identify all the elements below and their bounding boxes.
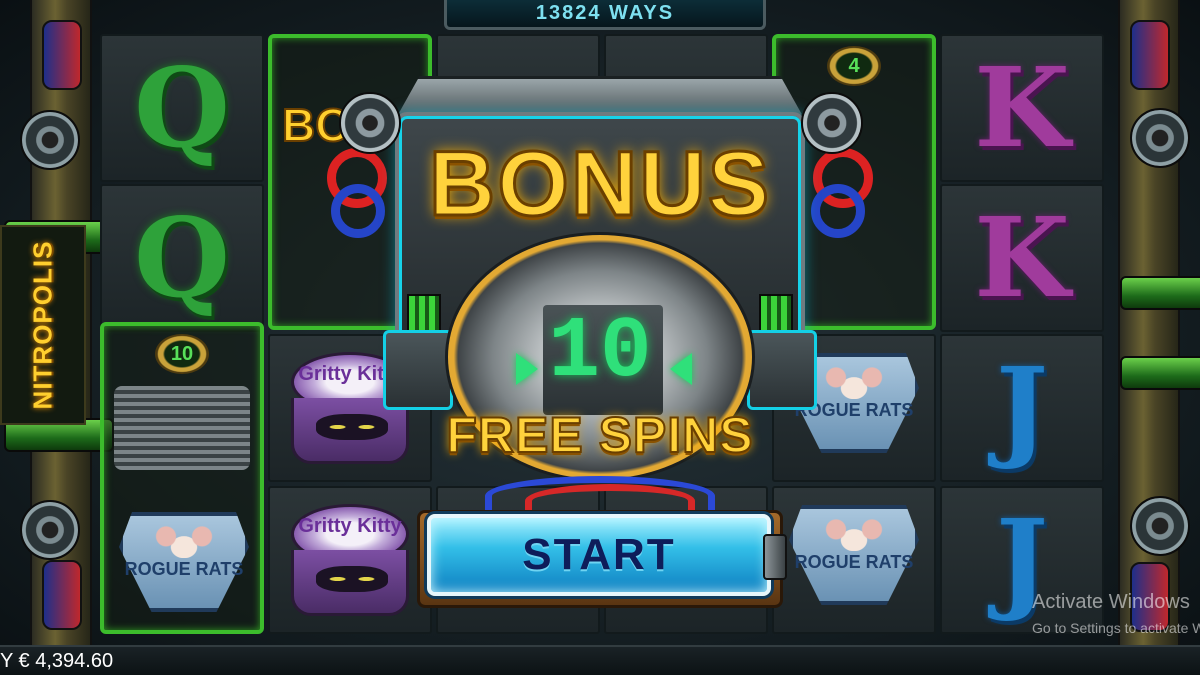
symbol-q: Q [134, 193, 230, 322]
reel-cell: Q [100, 184, 264, 332]
rogue-rats-symbol: ROGUE RATS [119, 512, 249, 622]
hose-icon [42, 20, 82, 90]
symbol-j: J [995, 343, 1049, 472]
hose-icon [1130, 20, 1170, 90]
bottom-bar [0, 645, 1200, 675]
right-pillar [1118, 0, 1200, 645]
balance-display: Y € 4,394.60 [0, 650, 114, 672]
start-button[interactable]: START [427, 514, 771, 596]
symbol-k: K [974, 43, 1070, 172]
bonus-symbol-frame: 10 ROGUE RATS [100, 322, 264, 634]
hose-icon [42, 560, 82, 630]
watermark-title: Activate Windows [1032, 591, 1190, 613]
reel-cell: K [940, 184, 1104, 332]
reel-cell: J [940, 334, 1104, 482]
bonus-modal: BONUS 10 FREE SPINS START [327, 72, 873, 632]
bonus-count: 10 [155, 334, 209, 374]
free-spins-label: FREE SPINS [445, 406, 754, 464]
symbol-k: K [974, 193, 1070, 322]
rat-face-icon [154, 522, 214, 558]
symbol-q: Q [134, 43, 230, 172]
brand-text: NITROPOLIS [27, 240, 58, 410]
tube-icon [1120, 276, 1200, 310]
fan-icon [1130, 496, 1190, 556]
reel-cell: Q [100, 34, 264, 182]
watermark-subtitle: Go to Settings to activate Windows. [1032, 620, 1200, 636]
arrow-left-icon [670, 353, 692, 385]
ways-banner: 13824 WAYS [444, 0, 766, 30]
game-stage: NITROPOLIS 13824 WAYS Q Q 10 ROGUE RATS [0, 0, 1200, 675]
start-label: START [522, 530, 676, 579]
fan-icon [20, 110, 80, 170]
side-bracket [383, 330, 453, 410]
fan-icon [20, 500, 80, 560]
arrow-right-icon [516, 353, 538, 385]
rat-label: ROGUE RATS [124, 559, 244, 579]
bonus-title: BONUS [427, 132, 772, 237]
ways-label: 13824 WAYS [535, 2, 675, 24]
side-bracket [747, 330, 817, 410]
knob-icon [763, 534, 787, 580]
tube-icon [1120, 356, 1200, 390]
reel-cell: K [940, 34, 1104, 182]
windows-activation-watermark: Activate Windows Go to Settings to activ… [1032, 590, 1200, 638]
brand-logo: NITROPOLIS [0, 225, 86, 425]
fan-icon [1130, 108, 1190, 168]
springs-icon [114, 386, 250, 470]
free-spins-count: 10 [548, 303, 652, 401]
